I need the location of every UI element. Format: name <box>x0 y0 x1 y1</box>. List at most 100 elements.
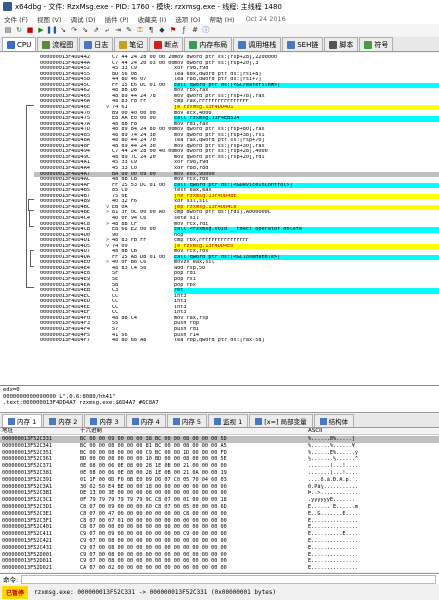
disassembly-view[interactable]: 000000013F4DD442 C7 44 24 28 00 00 20 mov … <box>0 53 439 386</box>
menu-debug[interactable]: 调试 (D) <box>70 14 95 24</box>
dump-tab-strip: 内存 1 内存 2 内存 3 内存 4 内存 5 监视 1 [x=] 局部变量 结构体 <box>0 414 439 428</box>
menu-help[interactable]: 帮助 (H) <box>210 14 235 24</box>
dump-hex: 30 02 50 E4 BE 00 00 18 00 00 00 00 00 0… <box>80 483 227 490</box>
dump-tab-4[interactable]: 内存 5 <box>166 414 208 427</box>
dump-address: 000000013F52C3C1 <box>2 497 52 504</box>
dump-header-address: 地址 <box>2 428 14 434</box>
menu-view[interactable]: 视图 (V) <box>37 14 62 24</box>
step-over-icon[interactable]: ↷ <box>69 25 79 35</box>
dump-hex: C9 07 00 08 00 00 00 00 00 00 00 00 00 0… <box>80 551 227 558</box>
dump-hex: C9 07 00 08 00 00 00 00 00 00 00 00 00 0… <box>80 544 227 551</box>
dump-tab-0[interactable]: 内存 1 <box>2 414 43 427</box>
menu-favourites[interactable]: 收藏夹 (I) <box>138 14 167 24</box>
tab-2[interactable]: 日志 <box>79 37 114 51</box>
dump-row[interactable]: 000000013F52C341 BC 00 00 08 00 00 00 81 … <box>0 443 439 450</box>
dump-row[interactable]: 000000013F52C431 C9 07 00 08 00 00 00 00 … <box>0 545 439 552</box>
dump-row[interactable]: 000000013F52C391 01 1F 00 0D F0 0B E0 09 … <box>0 477 439 484</box>
dump-row[interactable]: 000000013F52C3E1 C8 07 00 47 00 00 00 00 … <box>0 511 439 518</box>
dump-hex: 0E 08 00 06 0E 08 00 28 1E 0B 00 21 0A 0… <box>80 470 227 476</box>
dump-address: 000000013F52C421 <box>2 538 52 544</box>
dump-row[interactable]: 000000013F52C3F1 C8 07 00 07 01 00 00 00 … <box>0 518 439 525</box>
dump-ascii: %......É%......ý <box>308 449 358 456</box>
close-icon[interactable]: ■ <box>25 25 35 35</box>
dump-address: 000000013F52C3A1 <box>2 483 52 490</box>
tab-label: 内存布局 <box>199 40 228 49</box>
dump-row[interactable]: 000000013F52C3D1 C8 07 00 09 00 00 00 60 … <box>0 504 439 511</box>
dump-hex: 01 1F 00 0D F0 0B E0 09 D0 07 C0 05 70 0… <box>80 476 227 483</box>
dump-row[interactable]: 000000013F52C3B1 DE 13 00 3E 00 00 00 08 … <box>0 490 439 497</box>
tab-6[interactable]: 调用堆栈 <box>233 37 282 51</box>
tab-8[interactable]: 脚本 <box>324 37 359 51</box>
dump-row[interactable]: 000000013F52C3C1 0F 79 79 79 79 79 79 9C … <box>0 497 439 504</box>
pause-icon[interactable]: ❚❚ <box>46 25 58 35</box>
disasm-row[interactable]: 000000013F4DD4F7 48 8D 68 A8 lea rbp,qword… <box>34 338 439 344</box>
tab-0[interactable]: CPU <box>2 37 37 51</box>
open-icon[interactable]: ▤ <box>3 25 13 35</box>
tab-7[interactable]: SEH链 <box>282 37 324 51</box>
tab-3[interactable]: 笔记 <box>114 37 149 51</box>
step-into-icon[interactable]: ↘ <box>58 25 68 35</box>
command-input[interactable] <box>21 574 436 584</box>
function-icon[interactable]: ƒ <box>179 25 189 35</box>
dump-tab-2[interactable]: 内存 3 <box>84 414 125 427</box>
tab-5[interactable]: 内存布局 <box>184 37 233 51</box>
title-bar: x64dbg - 文件: RzxMsg.exe - PID: 1760 - 模块… <box>0 0 439 13</box>
dump-hex: C9 07 00 08 00 00 00 00 00 00 00 00 00 0… <box>80 558 227 565</box>
dump-tab-label: 内存 3 <box>99 418 119 426</box>
tab-icon <box>329 40 338 49</box>
tab-icon <box>7 40 15 49</box>
dump-address: 000000013F52C3F1 <box>2 517 52 524</box>
bookmark-icon[interactable]: ⚑ <box>168 25 178 35</box>
menu-plugins[interactable]: 插件 (P) <box>105 14 129 24</box>
comment-icon[interactable]: ¶ <box>146 25 156 35</box>
lock-icon[interactable]: ⚿ <box>135 25 145 35</box>
dump-tab-3[interactable]: 内存 4 <box>125 414 166 427</box>
tab-icon <box>238 40 247 49</box>
script-icon[interactable]: ✎ <box>124 25 134 35</box>
calc-icon[interactable]: # <box>190 25 200 35</box>
dump-tab-5[interactable]: 监视 1 <box>208 414 249 427</box>
tab-9[interactable]: 符号 <box>359 37 394 51</box>
disasm-bytes: 48 8D 68 A8 <box>112 338 147 344</box>
build-date: Oct 24 2016 <box>245 14 286 23</box>
dump-row[interactable]: 000000013F52C381 0E 08 00 06 0E 08 00 28 … <box>0 470 439 477</box>
dump-row[interactable]: 000000013F52C3A1 30 02 50 E4 BE 00 00 18 … <box>0 484 439 491</box>
tab-icon <box>84 40 93 49</box>
label-icon[interactable]: ◆ <box>157 25 167 35</box>
tab-label: 符号 <box>374 40 389 49</box>
dump-row[interactable]: 000000013F52D001 C9 07 00 08 00 00 00 00 … <box>0 552 439 559</box>
tab-4[interactable]: 断点 <box>149 37 184 51</box>
dump-tab-6[interactable]: [x=] 局部变量 <box>249 414 313 427</box>
run-icon[interactable]: ▶ <box>36 25 46 35</box>
trace-over-icon[interactable]: ⇗ <box>91 25 101 35</box>
menu-file[interactable]: 文件 (F) <box>4 14 28 24</box>
dump-ascii: .yyyyyyÈ....... <box>308 497 355 504</box>
dump-tab-icon <box>8 417 15 425</box>
trace-into-icon[interactable]: ⇘ <box>80 25 90 35</box>
restart-icon[interactable]: ↻ <box>14 25 24 35</box>
dump-ascii: È............... <box>308 524 358 531</box>
execute-till-return-icon[interactable]: ⤶ <box>102 25 112 35</box>
dump-row[interactable]: 000000013F52C331 BC 00 00 09 00 00 00 38 … <box>0 436 439 443</box>
dump-row[interactable]: 000000013F52C401 C8 07 00 00 00 00 00 00 … <box>0 524 439 531</box>
dump-ascii: 0.Pä¾........... <box>308 483 358 490</box>
dump-row[interactable]: 000000013F52C411 C9 07 00 09 00 00 00 00 … <box>0 531 439 538</box>
dump-row[interactable]: 000000013F52D021 CA 07 00 02 00 00 00 00 … <box>0 565 439 572</box>
dump-tab-icon <box>172 417 180 425</box>
dump-tab-7[interactable]: 结构体 <box>313 414 355 427</box>
debug-state-badge: 已暂停 <box>2 586 29 599</box>
dump-row[interactable]: 000000013F52C351 BC 00 00 08 00 00 00 C9 … <box>0 450 439 457</box>
disasm-instruction: lea rbp,qword ptr ds:[rax-58] <box>174 338 265 344</box>
dump-row[interactable]: 000000013F52C361 BD 00 00 08 00 00 00 10 … <box>0 456 439 463</box>
dump-row[interactable]: 000000013F52C421 C9 07 00 08 00 00 00 00 … <box>0 538 439 545</box>
about-icon[interactable]: ⓘ <box>201 25 211 35</box>
memory-dump-view[interactable]: 地址 十六进制 ASCII 000000013F52C331 BC 00 00 0… <box>0 428 439 572</box>
tab-1[interactable]: 流程图 <box>37 37 79 51</box>
dump-row[interactable]: 000000013F52C371 0E 08 00 06 0E 08 00 28 … <box>0 463 439 470</box>
dump-ascii: É............... <box>308 551 358 558</box>
dump-row[interactable]: 000000013F52D011 C9 07 00 08 00 00 00 00 … <box>0 558 439 565</box>
menu-options[interactable]: 选项 (O) <box>175 14 200 24</box>
dump-address: 000000013F52C401 <box>2 524 52 531</box>
run-to-user-code-icon[interactable]: ⇥ <box>113 25 123 35</box>
dump-tab-1[interactable]: 内存 2 <box>43 414 84 427</box>
